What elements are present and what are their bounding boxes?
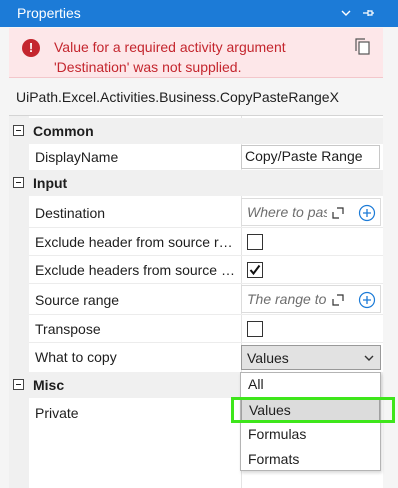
source-range-placeholder: The range to copy <box>247 291 327 307</box>
selected-value: Values <box>247 350 289 366</box>
property-row-what-to-copy: What to copy Values <box>9 343 383 371</box>
property-row-exclude-header: Exclude header from source range <box>9 228 383 256</box>
source-range-input[interactable]: The range to copy <box>241 285 381 313</box>
category-input[interactable]: Input <box>9 170 383 196</box>
what-to-copy-select[interactable]: Values <box>241 345 381 370</box>
property-label: Transpose <box>35 321 101 337</box>
expand-icon[interactable] <box>330 205 346 221</box>
property-row-displayname: DisplayName Copy/Paste Range <box>9 143 383 171</box>
property-label: What to copy <box>35 349 117 365</box>
property-row-destination: Destination Where to paste <box>9 197 383 228</box>
displayname-input[interactable]: Copy/Paste Range <box>241 145 380 169</box>
collapse-icon[interactable] <box>13 177 24 188</box>
destination-placeholder: Where to paste <box>247 204 327 220</box>
plus-icon[interactable] <box>358 204 376 222</box>
chevron-down-icon[interactable] <box>338 5 354 21</box>
copy-icon[interactable] <box>352 37 372 57</box>
panel-title-bar: Properties <box>0 0 398 27</box>
property-label: Exclude header from source range <box>35 234 235 250</box>
category-common[interactable]: Common <box>9 118 383 144</box>
transpose-checkbox[interactable] <box>247 321 263 337</box>
chevron-down-icon[interactable] <box>362 351 376 365</box>
error-banner: ! Value for a required activity argument… <box>9 28 383 78</box>
property-row-transpose: Transpose <box>9 315 383 343</box>
property-label: Destination <box>35 205 106 221</box>
category-label: Common <box>33 123 94 139</box>
option-all[interactable]: All <box>241 373 380 398</box>
property-row-source-range: Source range The range to copy <box>9 284 383 315</box>
exclude-header-checkbox[interactable] <box>247 234 263 250</box>
selection-highlight <box>231 397 395 423</box>
category-label: Input <box>33 175 68 191</box>
option-formats[interactable]: Formats <box>241 448 380 473</box>
collapse-icon[interactable] <box>13 379 24 390</box>
property-label: Exclude headers from source range <box>35 262 235 278</box>
destination-input[interactable]: Where to paste <box>241 198 381 226</box>
option-formulas[interactable]: Formulas <box>241 423 380 448</box>
property-row-exclude-headers: Exclude headers from source range <box>9 256 383 284</box>
category-label: Misc <box>33 377 65 393</box>
activity-class-name: UiPath.Excel.Activities.Business.CopyPas… <box>16 89 339 105</box>
property-label: Private <box>35 405 79 421</box>
properties-panel: Properties ! Value for a required activi… <box>0 0 398 488</box>
error-message: Value for a required activity argument '… <box>54 39 286 75</box>
pin-icon[interactable] <box>360 5 376 21</box>
panel-title: Properties <box>17 5 81 21</box>
property-label: DisplayName <box>35 149 119 165</box>
property-label: Source range <box>35 292 120 308</box>
exclude-headers-checkbox[interactable] <box>247 262 263 278</box>
plus-icon[interactable] <box>358 291 376 309</box>
collapse-icon[interactable] <box>13 125 24 136</box>
expand-icon[interactable] <box>330 292 346 308</box>
error-icon: ! <box>22 39 40 57</box>
